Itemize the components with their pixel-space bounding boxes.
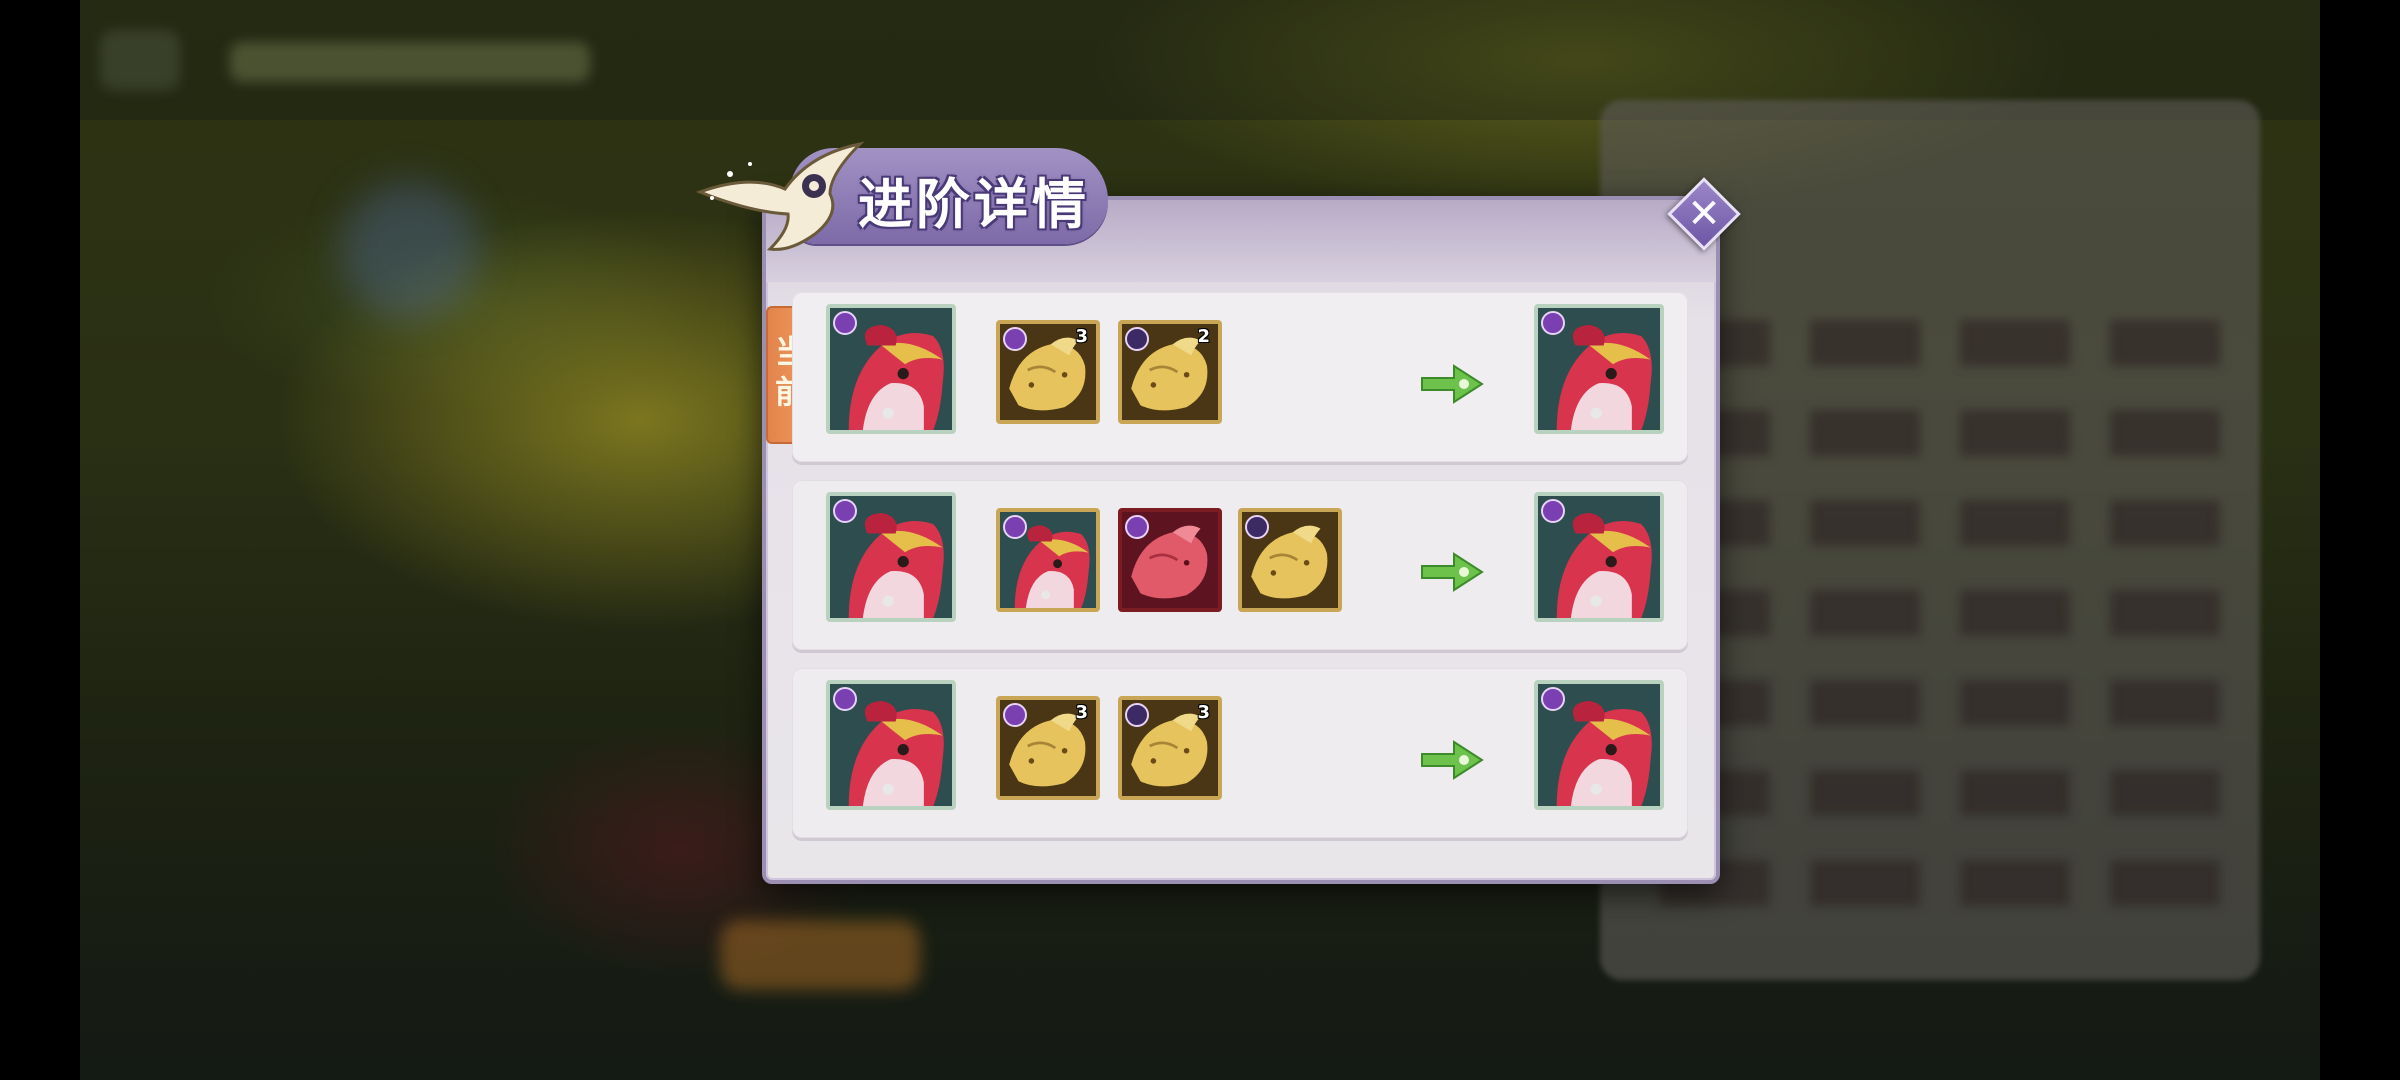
heart-badge-icon [1541, 311, 1565, 335]
heart-badge-icon [1003, 515, 1027, 539]
material-card[interactable] [1118, 508, 1222, 612]
source-pet-card[interactable] [826, 680, 956, 810]
material-card[interactable] [996, 508, 1100, 612]
star-badge-icon [1245, 515, 1269, 539]
dialog-title: 进阶详情 [858, 172, 1090, 236]
heart-badge-icon [833, 687, 857, 711]
heart-badge-icon [1541, 499, 1565, 523]
source-pet-card[interactable] [826, 304, 956, 434]
heart-badge-icon [833, 311, 857, 335]
result-pet-card[interactable] [1534, 304, 1664, 434]
material-count: 2 [1197, 326, 1210, 347]
heart-badge-icon [1003, 703, 1027, 727]
heart-badge-icon [1541, 687, 1565, 711]
background-back-button [100, 30, 180, 90]
material-card[interactable] [1238, 508, 1342, 612]
material-card[interactable]: 2 [1118, 320, 1222, 424]
background-button [720, 920, 920, 990]
background-list-row [1660, 590, 2220, 636]
background-decoration [340, 180, 480, 320]
background-list-row [1660, 410, 2220, 456]
background-list-row [1660, 500, 2220, 546]
result-pet-card[interactable] [1534, 680, 1664, 810]
material-count: 3 [1197, 702, 1210, 723]
star-badge-icon [1125, 703, 1149, 727]
background-title [230, 42, 590, 82]
background-list-row [1660, 320, 2220, 366]
background-list-row [1660, 860, 2220, 906]
close-button[interactable]: ✕ [1666, 176, 1742, 252]
material-count: 3 [1075, 702, 1088, 723]
close-x-icon: ✕ [1687, 191, 1721, 237]
material-card[interactable]: 3 [1118, 696, 1222, 800]
arrow-right-icon [1420, 364, 1484, 404]
dialog-title-banner: 进阶详情 [690, 134, 1130, 254]
heart-badge-icon [1125, 515, 1149, 539]
swallow-emblem-icon [695, 141, 865, 251]
background-list-row [1660, 680, 2220, 726]
background-list-row [1660, 770, 2220, 816]
material-card[interactable]: 3 [996, 320, 1100, 424]
heart-badge-icon [833, 499, 857, 523]
star-badge-icon [1125, 327, 1149, 351]
result-pet-card[interactable] [1534, 492, 1664, 622]
heart-badge-icon [1003, 327, 1027, 351]
material-count: 3 [1075, 326, 1088, 347]
arrow-right-icon [1420, 552, 1484, 592]
arrow-right-icon [1420, 740, 1484, 780]
source-pet-card[interactable] [826, 492, 956, 622]
material-card[interactable]: 3 [996, 696, 1100, 800]
